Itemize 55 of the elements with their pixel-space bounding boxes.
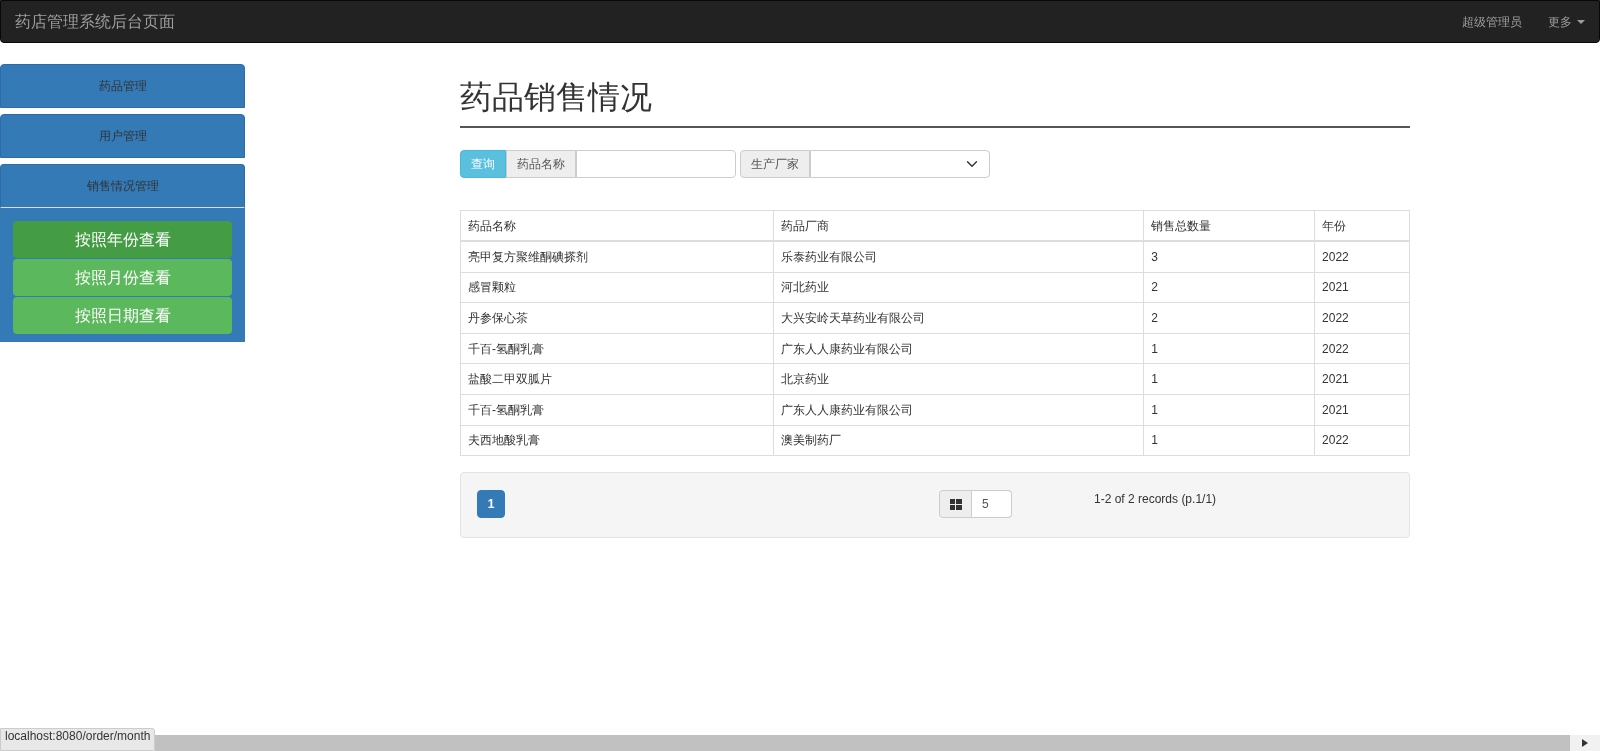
table-cell: 2: [1143, 302, 1315, 334]
column-header: 销售总数量: [1143, 210, 1315, 242]
navbar-brand[interactable]: 药店管理系统后台页面: [15, 9, 175, 34]
status-url: localhost:8080/order/month: [0, 728, 156, 751]
records-summary: 1-2 of 2 records (p.1/1): [1094, 491, 1217, 509]
sidebar-item[interactable]: 销售情况管理: [0, 164, 245, 208]
table-cell: 2022: [1314, 425, 1410, 456]
table-cell: 1: [1143, 333, 1315, 364]
list-icon[interactable]: [939, 490, 972, 519]
table-cell: 北京药业: [773, 363, 1144, 395]
table-cell: 亮甲复方聚维酮碘搽剂: [460, 241, 774, 273]
submenu-button[interactable]: 按照日期查看: [13, 297, 232, 334]
scrollbar-thumb[interactable]: [155, 735, 1570, 751]
table-cell: 2022: [1314, 302, 1410, 334]
submenu-button[interactable]: 按照月份查看: [13, 259, 232, 296]
table-cell: 2: [1143, 272, 1315, 303]
field-label: 药品名称: [506, 150, 576, 179]
scroll-right-button[interactable]: [1570, 735, 1600, 751]
query-button[interactable]: 查询: [460, 150, 506, 179]
arrow-right-icon: [1582, 739, 1588, 747]
sidebar-item[interactable]: 用户管理: [0, 114, 245, 158]
table-cell: 感冒颗粒: [460, 272, 774, 303]
sidebar-item[interactable]: 药品管理: [0, 64, 245, 108]
table-cell: 大兴安岭天草药业有限公司: [773, 302, 1144, 334]
table-cell: 乐泰药业有限公司: [773, 241, 1144, 273]
table-cell: 盐酸二甲双胍片: [460, 363, 774, 395]
table-cell: 河北药业: [773, 272, 1144, 303]
table-cell: 1: [1143, 363, 1315, 395]
column-header: 药品名称: [460, 210, 774, 242]
table-cell: 广东人人康药业有限公司: [773, 394, 1144, 426]
page-title: 药品销售情况: [460, 78, 1410, 129]
table-cell: 1: [1143, 394, 1315, 426]
field-label: 生产厂家: [740, 150, 810, 179]
table-cell: 2022: [1314, 241, 1410, 273]
table-cell: 夫西地酸乳膏: [460, 425, 774, 456]
column-header: 药品厂商: [773, 210, 1144, 242]
dropdown-toggle[interactable]: 更多: [1548, 12, 1585, 31]
nav-link[interactable]: 超级管理员: [1462, 12, 1522, 31]
table-cell: 1: [1143, 425, 1315, 456]
submenu-button[interactable]: 按照年份查看: [13, 221, 232, 258]
table-cell: 广东人人康药业有限公司: [773, 333, 1144, 364]
table-cell: 丹参保心茶: [460, 302, 774, 334]
drug-name-field[interactable]: [576, 150, 736, 179]
table-cell: 千百-氢酮乳膏: [460, 333, 774, 364]
table-cell: 3: [1143, 241, 1315, 273]
table-cell: 2021: [1314, 363, 1410, 395]
page-size-field[interactable]: 5: [972, 490, 1012, 519]
table-cell: 千百-氢酮乳膏: [460, 394, 774, 426]
table-cell: 2022: [1314, 333, 1410, 364]
column-header: 年份: [1314, 210, 1410, 242]
table-cell: 澳美制药厂: [773, 425, 1144, 456]
page-button[interactable]: 1: [477, 490, 505, 519]
table-cell: 2021: [1314, 394, 1410, 426]
manufacturer-select[interactable]: [810, 150, 990, 179]
table-cell: 2021: [1314, 272, 1410, 303]
